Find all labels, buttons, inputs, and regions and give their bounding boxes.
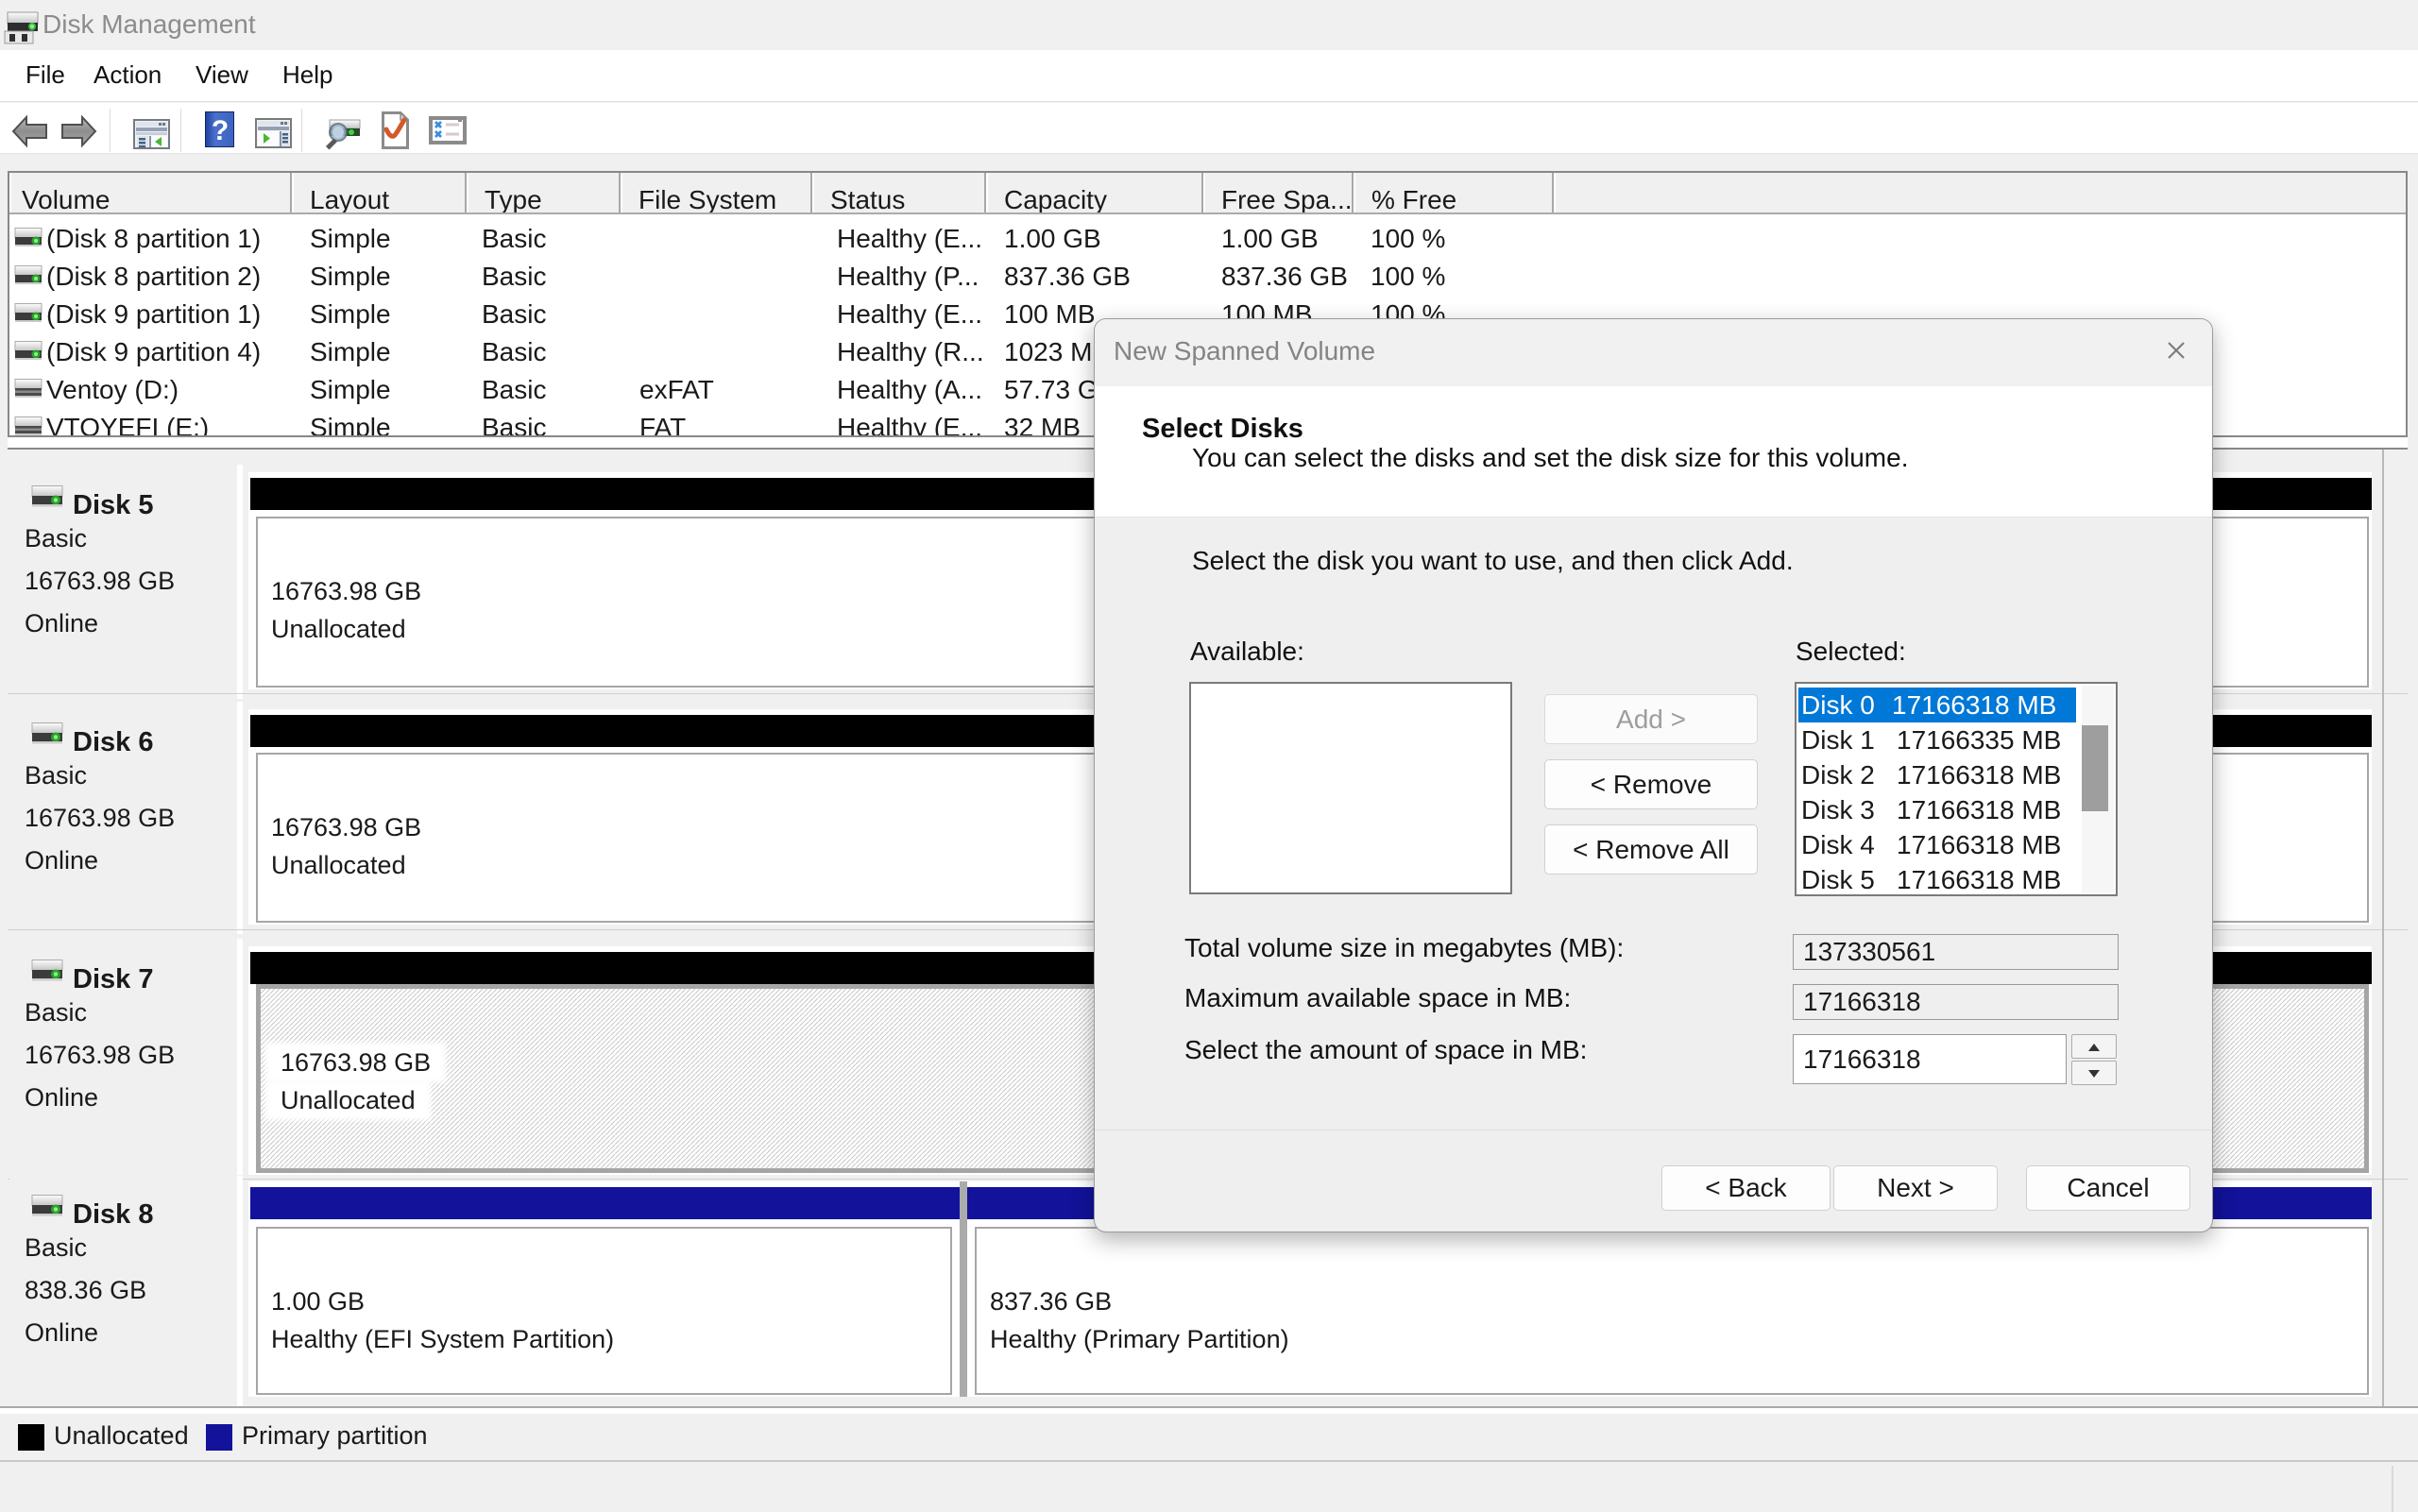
svg-text:?: ? bbox=[212, 115, 229, 146]
